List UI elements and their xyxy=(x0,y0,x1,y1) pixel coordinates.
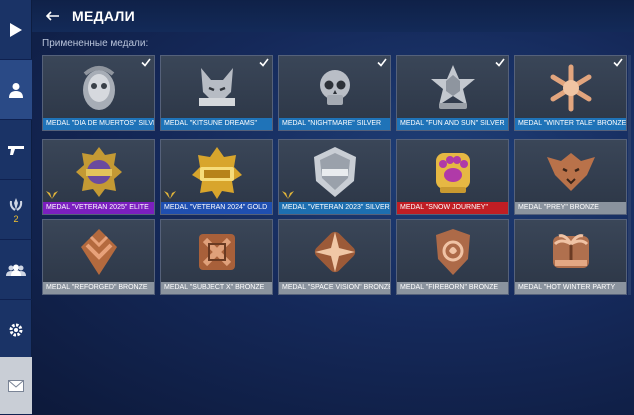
star-badge-icon xyxy=(397,56,508,119)
gear-icon xyxy=(9,323,23,336)
wreath-icon xyxy=(9,197,23,211)
medal-label: MEDAL "VETERAN 2025" ELITE xyxy=(43,202,154,214)
medal-card[interactable]: MEDAL "HOT WINTER PARTY xyxy=(514,219,627,295)
skull-icon xyxy=(279,56,390,119)
medal-card[interactable]: MEDAL "VETERAN 2023" SILVER xyxy=(278,139,391,215)
back-button[interactable] xyxy=(38,0,68,32)
rank-wings-icon xyxy=(282,191,294,199)
achievements-count: 2 xyxy=(13,213,19,224)
medal-label: MEDAL "VETERAN 2024" GOLD xyxy=(161,202,272,214)
medal-label: MEDAL "HOT WINTER PARTY xyxy=(515,282,626,294)
pistol-icon xyxy=(8,145,24,155)
veteran-2023-icon xyxy=(279,140,390,203)
check-icon xyxy=(613,58,623,67)
medal-card[interactable]: MEDAL "REFORGED" BRONZE xyxy=(42,219,155,295)
medal-label: MEDAL "KITSUNE DREAMS" xyxy=(161,118,272,130)
sidebar-profile-button[interactable] xyxy=(0,60,32,120)
sidebar-mail-button[interactable] xyxy=(0,357,32,415)
medal-label: MEDAL "WINTER TALE" BRONZE xyxy=(515,118,626,130)
sidebar: 2 xyxy=(0,0,32,415)
paw-icon xyxy=(397,140,508,203)
page-title: МЕДАЛИ xyxy=(72,8,135,24)
medal-card[interactable]: MEDAL "KITSUNE DREAMS" xyxy=(160,55,273,131)
medal-label: MEDAL "SUBJECT X" BRONZE xyxy=(161,282,272,294)
check-icon xyxy=(259,58,269,67)
header-bar: МЕДАЛИ xyxy=(32,0,634,32)
medal-label: MEDAL "NIGHTMARE" SILVER xyxy=(279,118,390,130)
medal-card[interactable]: MEDAL "SPACE VISION" BRONZE xyxy=(278,219,391,295)
veteran-2024-icon xyxy=(161,140,272,203)
rank-wings-icon xyxy=(164,191,176,199)
medal-card[interactable]: MEDAL "SUBJECT X" BRONZE xyxy=(160,219,273,295)
snowflake-icon xyxy=(515,56,626,119)
check-icon xyxy=(495,58,505,67)
medal-label: MEDAL "REFORGED" BRONZE xyxy=(43,282,154,294)
sidebar-settings-button[interactable] xyxy=(0,300,32,360)
medal-card[interactable]: MEDAL "FUN AND SUN" SILVER xyxy=(396,55,509,131)
shield-dragon-icon xyxy=(397,220,508,283)
medal-label: MEDAL "SPACE VISION" BRONZE xyxy=(279,282,390,294)
chevron-emblem-icon xyxy=(43,220,154,283)
medal-label: MEDAL "DIA DE MUERTOS" SILVER xyxy=(43,118,154,130)
group-icon xyxy=(6,264,26,276)
sidebar-achievements-button[interactable]: 2 xyxy=(0,180,32,240)
sidebar-weapons-button[interactable] xyxy=(0,120,32,180)
check-icon xyxy=(377,58,387,67)
medal-card[interactable]: MEDAL "NIGHTMARE" SILVER xyxy=(278,55,391,131)
applied-medals-heading: Примененные медали: xyxy=(42,38,149,49)
skull-portrait-icon xyxy=(43,56,154,119)
medal-card[interactable]: MEDAL "SNOW JOURNEY" xyxy=(396,139,509,215)
kitsune-icon xyxy=(161,56,272,119)
medal-card[interactable]: MEDAL "DIA DE MUERTOS" SILVER xyxy=(42,55,155,131)
rank-wings-icon xyxy=(46,191,58,199)
medal-label: MEDAL "PREY" BRONZE xyxy=(515,202,626,214)
medal-label: MEDAL "FIREBORN" BRONZE xyxy=(397,282,508,294)
star-shine-icon xyxy=(279,220,390,283)
user-icon xyxy=(9,82,23,98)
scrollbar[interactable] xyxy=(628,55,631,295)
medal-label: MEDAL "FUN AND SUN" SILVER xyxy=(397,118,508,130)
check-icon xyxy=(141,58,151,67)
veteran-2025-icon xyxy=(43,140,154,203)
sidebar-clan-button[interactable] xyxy=(0,240,32,300)
medal-card[interactable]: MEDAL "WINTER TALE" BRONZE xyxy=(514,55,627,131)
sidebar-play-button[interactable] xyxy=(0,0,32,60)
arrow-left-icon xyxy=(46,11,59,21)
tiger-icon xyxy=(515,140,626,203)
medal-label: MEDAL "VETERAN 2023" SILVER xyxy=(279,202,390,214)
palm-icon xyxy=(515,220,626,283)
medal-label: MEDAL "SNOW JOURNEY" xyxy=(397,202,508,214)
medal-card[interactable]: MEDAL "VETERAN 2025" ELITE xyxy=(42,139,155,215)
medal-card[interactable]: MEDAL "FIREBORN" BRONZE xyxy=(396,219,509,295)
medal-card[interactable]: MEDAL "VETERAN 2024" GOLD xyxy=(160,139,273,215)
play-icon xyxy=(10,22,22,37)
cross-emblem-icon xyxy=(161,220,272,283)
mail-icon xyxy=(8,379,24,392)
medal-card[interactable]: MEDAL "PREY" BRONZE xyxy=(514,139,627,215)
